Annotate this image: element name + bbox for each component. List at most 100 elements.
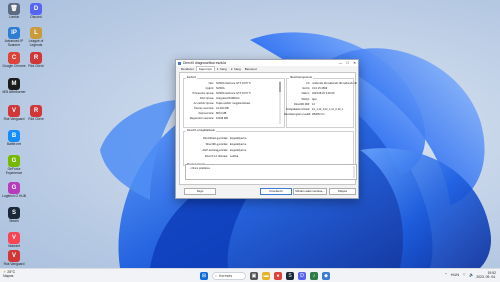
info-value: NVIDIA GeForce GTX 1070 Ti (216, 82, 251, 85)
info-value: 12 (312, 102, 315, 106)
desktop-icon[interactable]: V Riot Vanguard (2, 250, 26, 267)
info-row: AGP-textúragyorsítás: Engedélyezve (194, 149, 246, 152)
tab-kepernyo[interactable]: Képernyő (195, 66, 215, 71)
chrome-icon[interactable]: ● (274, 271, 282, 280)
spotify-icon[interactable]: ♪ (310, 271, 318, 280)
desktop-icon[interactable]: V Riot Vanguard (2, 105, 26, 122)
desktop-icon[interactable]: B Battle.net (2, 130, 26, 147)
desktop-icon[interactable]: S Steam (2, 207, 26, 224)
app-icon: V (8, 105, 20, 117)
maximize-button[interactable]: ☐ (344, 61, 351, 65)
task-view-icon[interactable]: ▣ (250, 271, 258, 280)
desktop-icon[interactable]: D Discord (24, 3, 48, 20)
info-key: Név: (208, 82, 214, 85)
desktop-icon-label: Battle.net (7, 142, 21, 146)
desktop-icon[interactable]: R Riot Client (24, 52, 48, 69)
info-value: NVIDIA (216, 87, 225, 90)
info-value: Igen (312, 97, 318, 101)
info-row: DirectX 12 Ultimate: Letiltva (194, 155, 238, 158)
close-button[interactable]: ✕ (351, 61, 358, 65)
desktop-icon[interactable]: L League of Legends (24, 27, 48, 48)
desktop-icon-label: Valorant (7, 244, 21, 248)
tray-chevron-icon[interactable]: ⌃ (444, 272, 447, 278)
drivers-group-title: Illesztőprogramok (289, 75, 314, 79)
desktop-icon-label: Riot Vanguard (3, 262, 25, 266)
desktop-icon-label: GeForce Experience (5, 167, 23, 175)
info-value: nvldumdx.dll,nvldumdx.dll,nvldumdx.dll (312, 82, 357, 85)
dxdiag-taskbar-icon[interactable]: ◆ (322, 271, 330, 280)
device-scrollbar[interactable] (279, 81, 281, 124)
app-icon: R (30, 52, 42, 64)
dxdiag-app-icon (178, 61, 181, 65)
desktop-icon[interactable]: V Valorant (2, 232, 26, 249)
exit-button[interactable]: Kilépés (329, 188, 356, 195)
desktop-icon[interactable]: C Google Chrome (2, 52, 26, 69)
notes-scrollbar[interactable] (353, 166, 355, 178)
app-icon: R (30, 105, 42, 117)
desktop-icon[interactable]: IP Advanced IP Scanner (2, 27, 26, 48)
desktop-icon-label: Steam (9, 219, 19, 223)
info-value: 16168 MB (216, 117, 228, 120)
next-page-button[interactable]: Következő (260, 188, 292, 195)
info-row: Képmemória: 8072 MB (184, 112, 227, 115)
desktop-icon[interactable]: 🗑 Lomtár (2, 3, 26, 20)
system-tray: ⌃ HUN ⌔ 🔈 (444, 272, 474, 278)
clock-time: 19:52 (487, 271, 497, 275)
tab-hang-1[interactable]: 1. hang (215, 67, 229, 71)
weather-widget[interactable]: ☀ 25°C Napos (3, 270, 15, 279)
info-value: 24 240 MB (216, 107, 229, 110)
help-button[interactable]: Súgó (184, 188, 216, 195)
info-row: DirectDraw-gyorsítás: Engedélyezve (194, 137, 246, 140)
start-button[interactable]: ⊞ (200, 271, 208, 280)
info-value: Engedélyezve (230, 137, 247, 140)
desktop-icon[interactable]: M MSI Afterburner (2, 78, 26, 95)
app-icon: 🗑 (8, 3, 20, 15)
info-key: Direct3D-gyorsítás: (205, 143, 228, 146)
info-value: Integrated RAMDAC (216, 97, 240, 100)
info-key: Verzió: (302, 87, 310, 91)
info-key: Összes memória: (193, 107, 214, 110)
tab-bemenet[interactable]: Bemenet (243, 67, 259, 71)
minimize-button[interactable]: — (337, 61, 344, 65)
info-row: Összes memória: 24 240 MB (184, 107, 229, 110)
app-icon: B (8, 130, 20, 142)
info-key: Direct3D DDI: (294, 102, 310, 106)
desktop-icon-label: Riot Client (28, 117, 44, 121)
info-value: 2023.08.22 0:00:00 (312, 92, 335, 96)
desktop-icon-label: Logitech G HUB (2, 194, 26, 198)
info-value: 12_1,12_0,11_1,11_0,10_1 (312, 108, 344, 111)
volume-icon[interactable]: 🔈 (469, 272, 474, 278)
network-icon[interactable]: ⌔ (462, 272, 466, 278)
info-key: Megosztott memória: (189, 117, 214, 120)
info-row: Megosztott memória: 16168 MB (184, 117, 228, 120)
taskbar-search[interactable]: ⌕ Keresés (212, 271, 246, 280)
discord-icon[interactable]: D (298, 271, 306, 280)
notes-box[interactable]: • Nincs probléma. (185, 164, 357, 180)
tab-rendszer[interactable]: Rendszer (179, 67, 196, 71)
desktop-icon-label: Riot Vanguard (3, 117, 25, 121)
steam-icon[interactable]: S (286, 271, 294, 280)
info-key: AGP-textúragyorsítás: (202, 149, 228, 152)
desktop-icon[interactable]: G Logitech G HUB (2, 182, 26, 199)
clock[interactable]: 19:52 2023. 09. 04. (476, 271, 496, 280)
app-icon: V (8, 232, 20, 244)
desktop-icon[interactable]: R Riot Client (24, 105, 48, 122)
info-row: DAC típusa: Integrated RAMDAC (184, 97, 240, 100)
info-key: DirectX 12 Ultimate: (204, 155, 228, 158)
info-key: DAC típusa: (200, 97, 214, 100)
app-icon: M (8, 78, 20, 90)
desktop-icon-label: Advanced IP Scanner (4, 39, 24, 47)
info-value: NVIDIA GeForce GTX 1070 Ti (216, 92, 251, 95)
save-all-info-button[interactable]: Minden adat mentése... (293, 188, 327, 195)
desktop-icon[interactable]: G GeForce Experience (2, 155, 26, 176)
info-row: Dátum: 2023.08.22 0:00:00 (284, 92, 335, 96)
dxdiag-window: DirectX diagnosztikai eszköz — ☐ ✕ Rends… (175, 59, 359, 199)
tray-lang[interactable]: HUN (451, 272, 460, 278)
tab-hang-2[interactable]: 2. hang (229, 67, 243, 71)
app-icon: S (8, 207, 20, 219)
info-row: Fő: nvldumdx.dll,nvldumdx.dll,nvldumdx.dl… (284, 82, 357, 85)
app-icon: V (8, 250, 20, 262)
desktop-icon-label: Google Chrome (2, 64, 26, 68)
file-explorer-icon[interactable]: ▬ (262, 271, 270, 280)
app-icon: L (30, 27, 42, 39)
